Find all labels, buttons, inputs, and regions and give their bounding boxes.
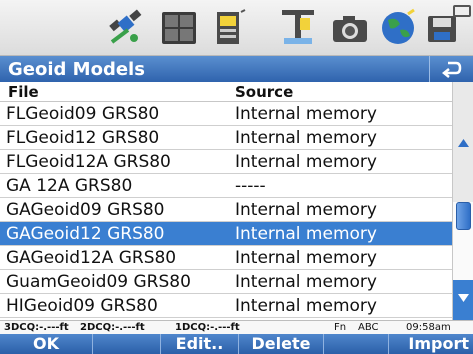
source-cell: ----- (235, 176, 266, 196)
table-row[interactable]: FLGeoid12 GRS80 Internal memory (0, 126, 452, 150)
geoid-list: FLGeoid09 GRS80 Internal memory FLGeoid1… (0, 102, 452, 320)
dcq1-readout: 1DCQ:-.---ft (175, 322, 240, 333)
battery-icon (452, 2, 473, 20)
table-row[interactable]: GA 12A GRS80 ----- (0, 174, 452, 198)
arrow-up-icon (458, 139, 469, 147)
file-cell: HIGeoid09 GRS80 (6, 296, 158, 316)
file-cell: FLGeoid09 GRS80 (6, 104, 160, 124)
table-row-selected[interactable]: GAGeoid12 GRS80 Internal memory (0, 222, 452, 246)
dcq2-readout: 2DCQ:-.---ft (80, 322, 145, 333)
input-mode-indicator: ABC (358, 322, 379, 333)
table-row[interactable]: FLGeoid12A GRS80 Internal memory (0, 150, 452, 174)
table-row[interactable]: GuamGeoid09 GRS80 Internal memory (0, 270, 452, 294)
globe-icon[interactable] (378, 8, 418, 48)
table-row[interactable]: GAGeoid12A GRS80 Internal memory (0, 246, 452, 270)
column-header-source[interactable]: Source (235, 83, 293, 101)
source-cell: Internal memory (235, 128, 377, 148)
softkey-bar: OK Edit.. Delete Import (0, 334, 473, 354)
table-row[interactable]: FLGeoid09 GRS80 Internal memory (0, 102, 452, 126)
edit-button[interactable]: Edit.. (161, 334, 239, 354)
scroll-thumb[interactable] (456, 202, 471, 230)
file-cell: GAGeoid09 GRS80 (6, 200, 165, 220)
empty-softkey (324, 334, 389, 354)
delete-button[interactable]: Delete (239, 334, 324, 354)
table-row[interactable]: HIGeoid09 GRS80 Internal memory (0, 294, 452, 318)
title-bar: Geoid Models (0, 56, 473, 82)
table-header: File Source (0, 82, 452, 102)
scroll-up-button[interactable] (453, 82, 473, 202)
status-bar: 3DCQ:-.---ft 2DCQ:-.---ft 1DCQ:-.---ft F… (0, 320, 473, 334)
table-row[interactable]: GAGeoid09 GRS80 Internal memory (0, 198, 452, 222)
import-button[interactable]: Import (389, 334, 473, 354)
ok-button[interactable]: OK (0, 334, 93, 354)
file-cell: GA 12A GRS80 (6, 176, 133, 196)
source-cell: Internal memory (235, 152, 377, 172)
source-cell: Internal memory (235, 104, 377, 124)
source-cell: Internal memory (235, 248, 377, 268)
geoid-models-screen: Geoid Models File Source FLGeoid09 GRS80… (0, 0, 473, 354)
arrow-down-icon (458, 294, 469, 302)
file-cell: FLGeoid12A GRS80 (6, 152, 171, 172)
icon-toolbar (0, 0, 473, 56)
return-icon (442, 61, 462, 78)
fn-indicator: Fn (334, 322, 347, 333)
scroll-down-button[interactable] (453, 280, 473, 320)
source-cell: Internal memory (235, 200, 377, 220)
camera-icon[interactable] (330, 8, 370, 48)
dcq3-readout: 3DCQ:-.---ft (4, 322, 69, 333)
file-cell: GuamGeoid09 GRS80 (6, 272, 191, 292)
file-cell: GAGeoid12 GRS80 (6, 224, 165, 244)
page-title: Geoid Models (8, 59, 145, 80)
data-panel-icon[interactable] (213, 8, 247, 48)
empty-softkey (93, 334, 161, 354)
satellite-icon[interactable] (104, 8, 148, 48)
source-cell: Internal memory (235, 296, 377, 316)
column-header-file[interactable]: File (8, 83, 39, 101)
file-cell: GAGeoid12A GRS80 (6, 248, 177, 268)
source-cell: Internal memory (235, 272, 377, 292)
source-cell: Internal memory (235, 224, 377, 244)
clock: 09:58am (406, 322, 451, 333)
back-button[interactable] (429, 56, 473, 82)
file-cell: FLGeoid12 GRS80 (6, 128, 160, 148)
antenna-icon[interactable] (280, 8, 316, 48)
vertical-scrollbar[interactable] (452, 82, 473, 320)
survey-grid-icon[interactable] (160, 8, 198, 48)
